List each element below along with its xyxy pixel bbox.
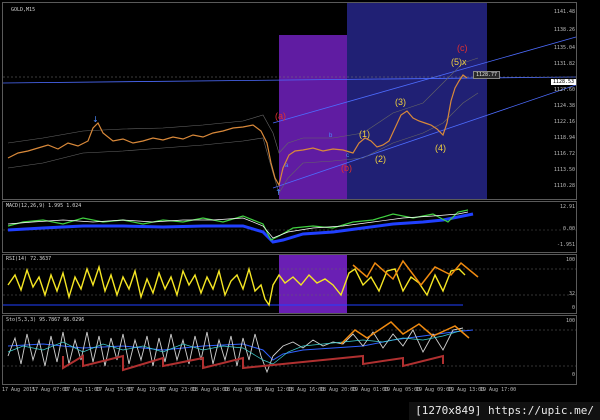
wave-label-2: (2) bbox=[375, 154, 386, 164]
stoch-tick-bottom: 0 bbox=[571, 372, 575, 378]
price-panel[interactable]: GOLD,M15 ↓ ↑ 1141.48 1138.26 1135.04 113… bbox=[2, 2, 577, 200]
macd-tick-zero: 0.00 bbox=[562, 226, 575, 232]
time-tick: 18 Aug 20:00 bbox=[320, 387, 357, 393]
wave-label-5x: (5)x bbox=[451, 57, 467, 67]
stoch-chart bbox=[3, 321, 576, 374]
rsi-purple-zone bbox=[279, 255, 347, 313]
price-tick: 1122.16 bbox=[553, 119, 575, 125]
time-tick: 17 Aug 2015 bbox=[2, 387, 36, 393]
stoch-panel[interactable]: Sto(5,3,3) 95.7867 86.0296 100 0 bbox=[2, 315, 577, 385]
wave-label-small-b: b bbox=[329, 133, 333, 139]
rsi-orange-zigzag bbox=[352, 259, 479, 287]
trading-chart-window: GOLD,M15 ↓ ↑ 1141.48 1138.26 1135.04 113… bbox=[0, 0, 600, 420]
price-chart: ↓ ↑ bbox=[3, 3, 576, 199]
stoch-histogram bbox=[62, 354, 444, 372]
stoch-tick-top: 100 bbox=[565, 318, 575, 324]
wave-label-b: (b) bbox=[341, 163, 352, 173]
rsi-chart bbox=[3, 255, 576, 313]
stoch-orange-zigzag bbox=[340, 321, 470, 345]
time-tick: 19 Aug 13:00 bbox=[448, 387, 485, 393]
rsi-tick-bottom: 0 bbox=[571, 305, 575, 311]
time-tick: 19 Aug 09:00 bbox=[416, 387, 453, 393]
macd-chart bbox=[3, 209, 576, 244]
time-axis: 17 Aug 2015 17 Aug 07:00 17 Aug 11:00 17… bbox=[2, 386, 577, 396]
macd-tick-bottom: -1.951 bbox=[556, 242, 575, 248]
current-price-axis-tag: 1128.53 bbox=[550, 79, 576, 85]
price-axis: 1141.48 1138.26 1135.04 1131.82 1127.60 … bbox=[554, 3, 576, 199]
price-tick: 1141.48 bbox=[553, 9, 575, 15]
macd-panel[interactable]: MACD(12,26,9) 1.995 1.024 12.91 0.00 -1.… bbox=[2, 201, 577, 253]
time-tick: 18 Aug 08:00 bbox=[224, 387, 261, 393]
time-tick: 17 Aug 15:00 bbox=[96, 387, 133, 393]
time-tick: 18 Aug 16:00 bbox=[288, 387, 325, 393]
time-tick: 18 Aug 12:00 bbox=[256, 387, 293, 393]
price-tick: 1124.38 bbox=[553, 103, 575, 109]
image-source-tag: [1270x849] https://upic.me/ bbox=[409, 402, 600, 420]
rsi-tick-mid: 32 bbox=[568, 291, 575, 297]
arrow-down-icon: ↓ bbox=[92, 115, 99, 124]
current-price-tag: 1128.77 bbox=[473, 71, 501, 79]
price-tick: 1116.72 bbox=[553, 151, 575, 157]
arrow-up-icon: ↑ bbox=[275, 188, 282, 197]
time-tick: 18 Aug 04:00 bbox=[192, 387, 229, 393]
wave-label-small-c: c bbox=[346, 153, 349, 159]
time-tick: 17 Aug 07:00 bbox=[32, 387, 69, 393]
price-tick: 1110.28 bbox=[553, 183, 575, 189]
time-tick: 19 Aug 01:00 bbox=[352, 387, 389, 393]
wave-label-1: (1) bbox=[359, 129, 370, 139]
wave-label-small-a: a bbox=[285, 163, 289, 169]
rsi-tick-top: 100 bbox=[565, 257, 575, 263]
time-tick: 17 Aug 19:00 bbox=[128, 387, 165, 393]
wave-label-a: (a) bbox=[275, 111, 286, 121]
wave-label-c: (c) bbox=[457, 43, 468, 53]
time-tick: 19 Aug 17:00 bbox=[480, 387, 517, 393]
time-tick: 19 Aug 05:00 bbox=[384, 387, 421, 393]
price-tick: 1118.94 bbox=[553, 135, 575, 141]
macd-tick-top: 12.91 bbox=[559, 204, 575, 210]
price-tick: 1113.50 bbox=[553, 167, 575, 173]
stoch-k-line bbox=[7, 327, 464, 374]
price-tick: 1135.04 bbox=[553, 45, 575, 51]
price-tick: 1138.26 bbox=[553, 27, 575, 33]
time-tick: 17 Aug 11:00 bbox=[64, 387, 101, 393]
wave-label-4: (4) bbox=[435, 143, 446, 153]
price-tick: 1127.60 bbox=[553, 87, 575, 93]
price-tick: 1131.82 bbox=[553, 61, 575, 67]
wave-label-3: (3) bbox=[395, 97, 406, 107]
rsi-panel[interactable]: RSI(14) 72.3637 100 32 0 bbox=[2, 254, 577, 314]
time-tick: 17 Aug 23:00 bbox=[160, 387, 197, 393]
